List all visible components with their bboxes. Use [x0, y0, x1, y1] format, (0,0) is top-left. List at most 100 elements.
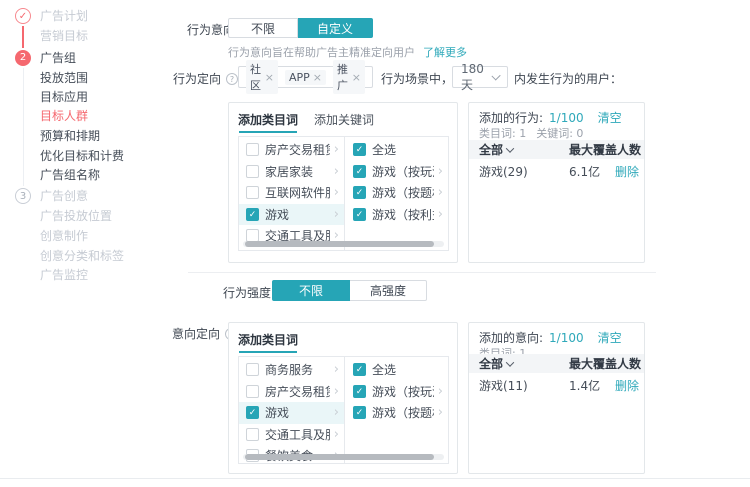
list-item[interactable]: 游戏（按玩法） — [346, 381, 448, 403]
scene-tag[interactable]: APP × — [285, 70, 326, 85]
filter-all-dropdown[interactable]: 全部 — [479, 141, 513, 158]
behavior-reach: 6.1亿 — [569, 163, 600, 180]
strength-option-unlimited[interactable]: 不限 — [272, 280, 350, 301]
tab-add-keywords[interactable]: 添加关键词 — [314, 111, 374, 133]
chevron-down-icon — [506, 358, 514, 366]
sidebar-item-marketing-goal[interactable]: 营销目标 — [40, 28, 88, 44]
close-icon[interactable]: × — [313, 71, 322, 84]
added-behaviors-panel: 添加的行为: 1/100 清空 类目词: 1 关键词: 0 全部 最大覆盖人数 … — [468, 102, 645, 263]
help-icon[interactable]: ? — [226, 73, 238, 85]
close-icon[interactable]: × — [352, 71, 361, 84]
behavior-targeting-suffix-text: 内发生行为的用户： — [514, 70, 622, 87]
title-text: 添加的意向: — [479, 329, 543, 346]
list-item[interactable]: 家居家装 — [239, 161, 344, 183]
checkbox-checked[interactable] — [353, 165, 366, 178]
horizontal-scrollbar[interactable] — [243, 241, 444, 247]
close-icon[interactable]: × — [265, 71, 274, 84]
list-item[interactable]: 游戏（按题材） — [346, 182, 448, 204]
chevron-right-icon — [438, 165, 443, 178]
checkbox[interactable] — [246, 428, 259, 441]
clear-all-link[interactable]: 清空 — [598, 329, 622, 346]
checkbox-checked[interactable] — [353, 363, 366, 376]
category-list-level1: 房产交易租赁 家居家装 互联网软件服务 游戏 — [239, 137, 345, 250]
sidebar-item-ad-group-name[interactable]: 广告组名称 — [40, 167, 100, 183]
max-reach-column-header: 最大覆盖人数 — [569, 141, 641, 158]
list-item[interactable]: 游戏（按玩法） — [346, 161, 448, 183]
chevron-right-icon — [334, 363, 339, 376]
sidebar-item-target-audience[interactable]: 目标人群 — [40, 108, 88, 124]
sidebar-item-budget-schedule[interactable]: 预算和排期 — [40, 128, 100, 144]
checkbox-checked[interactable] — [353, 385, 366, 398]
tab-add-category-words[interactable]: 添加类目词 — [238, 331, 298, 353]
sidebar-item-delivery-scope[interactable]: 投放范围 — [40, 70, 88, 86]
checkbox[interactable] — [246, 165, 259, 178]
filter-all-dropdown[interactable]: 全部 — [479, 355, 513, 372]
added-intents-header: 全部 最大覆盖人数 — [469, 354, 644, 373]
sidebar-item-target-app[interactable]: 目标应用 — [40, 89, 88, 105]
chevron-right-icon — [334, 428, 339, 441]
checkbox[interactable] — [246, 143, 259, 156]
list-item[interactable]: 全选 — [346, 139, 448, 161]
list-item[interactable]: 游戏（按利益） — [346, 204, 448, 226]
delete-link[interactable]: 删除 — [615, 163, 639, 180]
checkbox[interactable] — [246, 186, 259, 199]
sidebar-item-ad-creative[interactable]: 广告创意 — [40, 188, 88, 204]
item-label: 房产交易租赁 — [265, 141, 330, 158]
sidebar-item-ad-group[interactable]: 广告组 — [40, 50, 76, 66]
list-item[interactable]: 游戏（按题材） — [346, 402, 448, 424]
horizontal-scrollbar[interactable] — [243, 454, 444, 460]
chevron-right-icon — [438, 406, 443, 419]
tab-add-category-words[interactable]: 添加类目词 — [238, 111, 298, 133]
added-behaviors-title: 添加的行为: 1/100 清空 — [479, 109, 622, 126]
sidebar-item-ad-placement[interactable]: 广告投放位置 — [40, 208, 112, 224]
count-badge: 1/100 — [549, 111, 584, 125]
learn-more-link[interactable]: 了解更多 — [423, 44, 467, 60]
section-divider — [188, 272, 656, 273]
scrollbar-thumb[interactable] — [245, 241, 434, 247]
checkbox[interactable] — [246, 363, 259, 376]
item-label: 游戏 — [265, 404, 330, 421]
checkbox-checked[interactable] — [246, 406, 259, 419]
intent-reach: 1.4亿 — [569, 377, 600, 394]
item-label: 全选 — [372, 361, 443, 378]
checkbox-checked[interactable] — [353, 406, 366, 419]
list-item[interactable]: 互联网软件服务 — [239, 182, 344, 204]
title-text: 添加的行为: — [479, 109, 543, 126]
behavior-intent-option-custom[interactable]: 自定义 — [298, 18, 373, 38]
checkbox-checked[interactable] — [246, 208, 259, 221]
sidebar-item-ad-plan[interactable]: 广告计划 — [40, 8, 88, 24]
behavior-intent-toggle: 不限 自定义 — [228, 18, 373, 38]
list-item-selected[interactable]: 游戏 — [239, 204, 344, 226]
list-item[interactable]: 全选 — [346, 359, 448, 381]
scene-tag[interactable]: 推广 × — [333, 60, 365, 94]
list-item[interactable]: 房产交易租赁 — [239, 381, 344, 403]
sidebar-item-creative-tags[interactable]: 创意分类和标签 — [40, 248, 124, 264]
checkbox-checked[interactable] — [353, 186, 366, 199]
delete-link[interactable]: 删除 — [615, 377, 639, 394]
list-item[interactable]: 房产交易租赁 — [239, 139, 344, 161]
list-item[interactable]: 商务服务 — [239, 359, 344, 381]
item-label: 游戏（按题材） — [372, 404, 434, 421]
scrollbar-thumb[interactable] — [245, 454, 434, 460]
checkbox-checked[interactable] — [353, 208, 366, 221]
item-label: 互联网软件服务 — [265, 184, 330, 201]
scene-tag[interactable]: 社区 × — [246, 60, 278, 94]
checkbox[interactable] — [246, 385, 259, 398]
list-item-selected[interactable]: 游戏 — [239, 402, 344, 424]
page-bottom-divider — [0, 478, 750, 479]
sidebar-item-optimization-billing[interactable]: 优化目标和计费 — [40, 148, 124, 164]
behavior-intent-option-unlimited[interactable]: 不限 — [228, 18, 298, 38]
step2-number-badge: 2 — [15, 50, 31, 66]
list-item[interactable]: 交通工具及服务 — [239, 424, 344, 446]
chevron-right-icon — [438, 208, 443, 221]
chevron-right-icon — [334, 186, 339, 199]
checkbox-checked[interactable] — [353, 143, 366, 156]
meta-keyword-count: 关键词: 0 — [536, 125, 583, 141]
behavior-strength-label-text: 行为强度 — [223, 284, 271, 301]
strength-option-high[interactable]: 高强度 — [350, 280, 427, 301]
clear-all-link[interactable]: 清空 — [598, 109, 622, 126]
scene-tag-input[interactable]: 社区 × APP × 推广 × — [238, 66, 373, 88]
sidebar-item-ad-monitoring[interactable]: 广告监控 — [40, 267, 88, 283]
duration-select[interactable]: 180天 — [452, 66, 508, 88]
sidebar-item-creative-production[interactable]: 创意制作 — [40, 228, 88, 244]
